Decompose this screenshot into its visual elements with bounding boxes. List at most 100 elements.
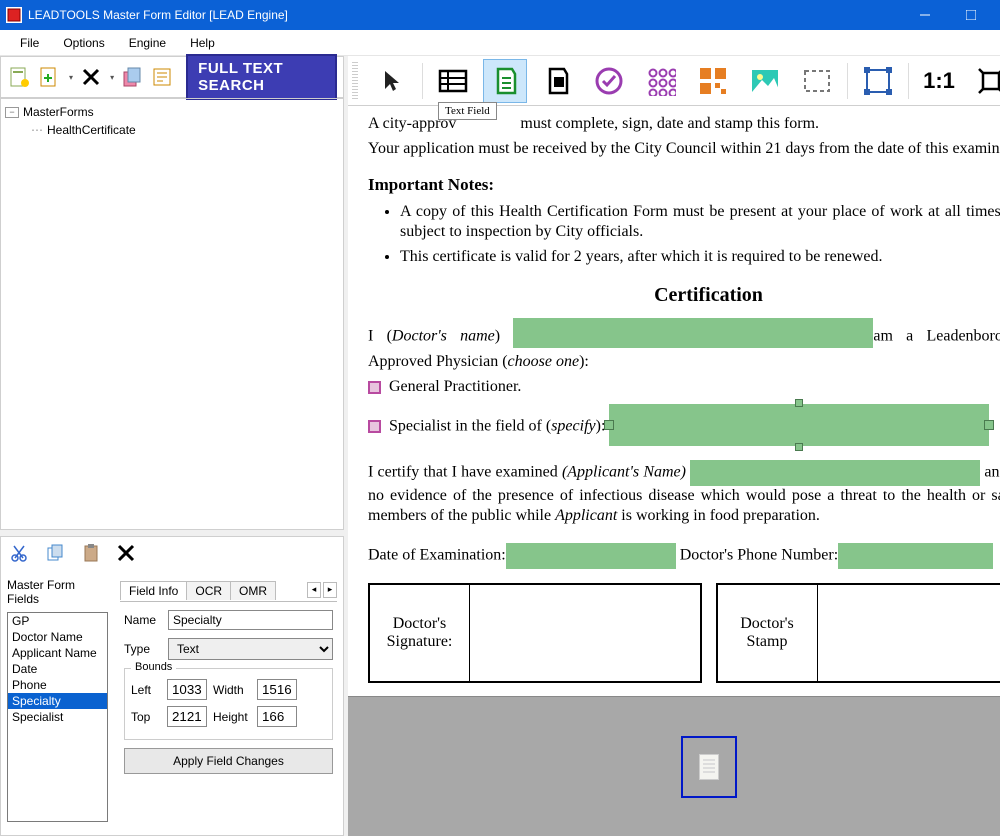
page-thumbnail[interactable] xyxy=(681,736,737,798)
thumbnail-strip xyxy=(348,696,1000,836)
doc-line: Your application must be received by the… xyxy=(368,139,1000,160)
height-input[interactable] xyxy=(257,706,297,727)
collapse-icon[interactable]: − xyxy=(5,107,19,118)
image-field-icon[interactable] xyxy=(743,59,787,103)
left-label: Left xyxy=(131,683,161,697)
type-select[interactable]: Text xyxy=(168,638,333,660)
omr-field-icon[interactable] xyxy=(535,59,579,103)
field-list-item[interactable]: Applicant Name xyxy=(8,645,107,661)
menu-help[interactable]: Help xyxy=(180,32,225,54)
field-region-specialty-selected[interactable] xyxy=(609,404,989,446)
dropdown-arrow-icon[interactable]: ▾ xyxy=(110,73,114,82)
type-label: Type xyxy=(124,642,168,656)
cut-icon[interactable] xyxy=(9,543,29,566)
delete-field-icon[interactable] xyxy=(117,544,135,565)
zoom-actual-icon[interactable]: 1:1 xyxy=(917,59,961,103)
width-input[interactable] xyxy=(257,679,297,700)
tree-child-label: HealthCertificate xyxy=(47,123,136,137)
pointer-tool-icon[interactable] xyxy=(370,59,414,103)
window-title: LEADTOOLS Master Form Editor [LEAD Engin… xyxy=(28,8,902,22)
field-region-doctor-name[interactable] xyxy=(513,318,873,348)
left-input[interactable] xyxy=(167,679,207,700)
notes-heading: Important Notes: xyxy=(368,174,1000,196)
apply-changes-button[interactable]: Apply Field Changes xyxy=(124,748,333,774)
page-icon xyxy=(699,754,719,780)
signature-label: Doctor's Signature: xyxy=(370,585,470,681)
add-page-icon[interactable] xyxy=(37,63,61,91)
fit-page-icon[interactable] xyxy=(969,59,1000,103)
field-list-item[interactable]: Doctor Name xyxy=(8,629,107,645)
field-region-applicant-name[interactable] xyxy=(690,460,980,486)
certification-title: Certification xyxy=(368,282,1000,308)
omr-checkbox-specialist[interactable] xyxy=(368,420,381,433)
bounds-group: Bounds Left Width Top Height xyxy=(124,668,333,740)
copy-icon[interactable] xyxy=(45,543,65,566)
omr-check-icon[interactable] xyxy=(587,59,631,103)
field-list-item[interactable]: GP xyxy=(8,613,107,629)
delete-icon[interactable] xyxy=(79,63,102,91)
tab-omr[interactable]: OMR xyxy=(230,581,276,600)
table-field-icon[interactable] xyxy=(431,59,475,103)
full-text-search-button[interactable]: FULL TEXT SEARCH xyxy=(186,54,337,100)
field-list-item[interactable]: Specialist xyxy=(8,709,107,725)
dropdown-arrow-icon[interactable]: ▾ xyxy=(69,73,73,82)
tab-scroll-left[interactable]: ◂ xyxy=(307,582,321,598)
specialist-line: Specialist in the field of (specify): xyxy=(368,406,1000,448)
cert-line: I (Doctor's name) am a Leadenboro City-A… xyxy=(368,322,1000,373)
signature-row: Doctor's Signature: Doctor's Stamp xyxy=(368,583,1000,683)
stamp-label: Doctor's Stamp xyxy=(718,585,818,681)
paste-icon[interactable] xyxy=(81,543,101,566)
top-label: Top xyxy=(131,710,161,724)
right-toolbar: 1:1 Text Field xyxy=(348,56,1000,106)
tooltip: Text Field xyxy=(438,102,497,120)
tree-child[interactable]: ⋯ HealthCertificate xyxy=(5,121,339,139)
left-toolbar: ▾ ▾ FULL TEXT SEARCH xyxy=(0,56,344,98)
name-input[interactable] xyxy=(168,610,333,630)
field-list-item[interactable]: Specialty xyxy=(8,693,107,709)
top-input[interactable] xyxy=(167,706,207,727)
tab-scroll-right[interactable]: ▸ xyxy=(323,582,337,598)
toolbar-grip-icon xyxy=(352,62,358,100)
menu-bar: File Options Engine Help xyxy=(0,30,1000,56)
properties-icon[interactable] xyxy=(150,63,174,91)
menu-engine[interactable]: Engine xyxy=(119,32,176,54)
stamp-box: Doctor's Stamp xyxy=(716,583,1000,683)
note-item: A copy of this Health Certification Form… xyxy=(400,202,1000,244)
barcode-field-icon[interactable] xyxy=(691,59,735,103)
bubble-field-icon[interactable] xyxy=(639,59,683,103)
width-label: Width xyxy=(213,683,251,697)
document-view[interactable]: A city-approv must complete, sign, date … xyxy=(348,106,1000,696)
field-region-date[interactable] xyxy=(506,543,676,569)
notes-list: A copy of this Health Certification Form… xyxy=(400,202,1000,268)
tree-root[interactable]: − MasterForms xyxy=(5,103,339,121)
field-list-item[interactable]: Phone xyxy=(8,677,107,693)
app-icon xyxy=(6,7,22,23)
note-item: This certificate is valid for 2 years, a… xyxy=(400,247,1000,268)
body-line: I certify that I have examined (Applican… xyxy=(368,460,1000,528)
name-label: Name xyxy=(124,613,168,627)
form-tree[interactable]: − MasterForms ⋯ HealthCertificate xyxy=(0,98,344,530)
tab-field-info[interactable]: Field Info xyxy=(120,581,187,600)
tree-root-label: MasterForms xyxy=(23,105,94,119)
title-bar: LEADTOOLS Master Form Editor [LEAD Engin… xyxy=(0,0,1000,30)
select-region-icon[interactable] xyxy=(856,59,900,103)
field-tabs: Field Info OCR OMR ◂ ▸ xyxy=(120,578,337,602)
height-label: Height xyxy=(213,710,251,724)
date-phone-line: Date of Examination: Doctor's Phone Numb… xyxy=(368,543,1000,569)
region-tool-icon[interactable] xyxy=(795,59,839,103)
field-toolbar xyxy=(1,537,343,572)
new-form-icon[interactable] xyxy=(7,63,31,91)
minimize-button[interactable] xyxy=(902,0,948,30)
bounds-legend: Bounds xyxy=(131,661,176,673)
maximize-button[interactable] xyxy=(948,0,994,30)
field-list[interactable]: GPDoctor NameApplicant NameDatePhoneSpec… xyxy=(7,612,108,822)
tab-ocr[interactable]: OCR xyxy=(186,581,231,600)
signature-box: Doctor's Signature: xyxy=(368,583,702,683)
menu-options[interactable]: Options xyxy=(53,32,114,54)
menu-file[interactable]: File xyxy=(10,32,49,54)
text-field-icon[interactable] xyxy=(483,59,527,103)
omr-checkbox-gp[interactable] xyxy=(368,381,381,394)
field-region-phone[interactable] xyxy=(838,543,993,569)
duplicate-icon[interactable] xyxy=(120,63,144,91)
field-list-item[interactable]: Date xyxy=(8,661,107,677)
